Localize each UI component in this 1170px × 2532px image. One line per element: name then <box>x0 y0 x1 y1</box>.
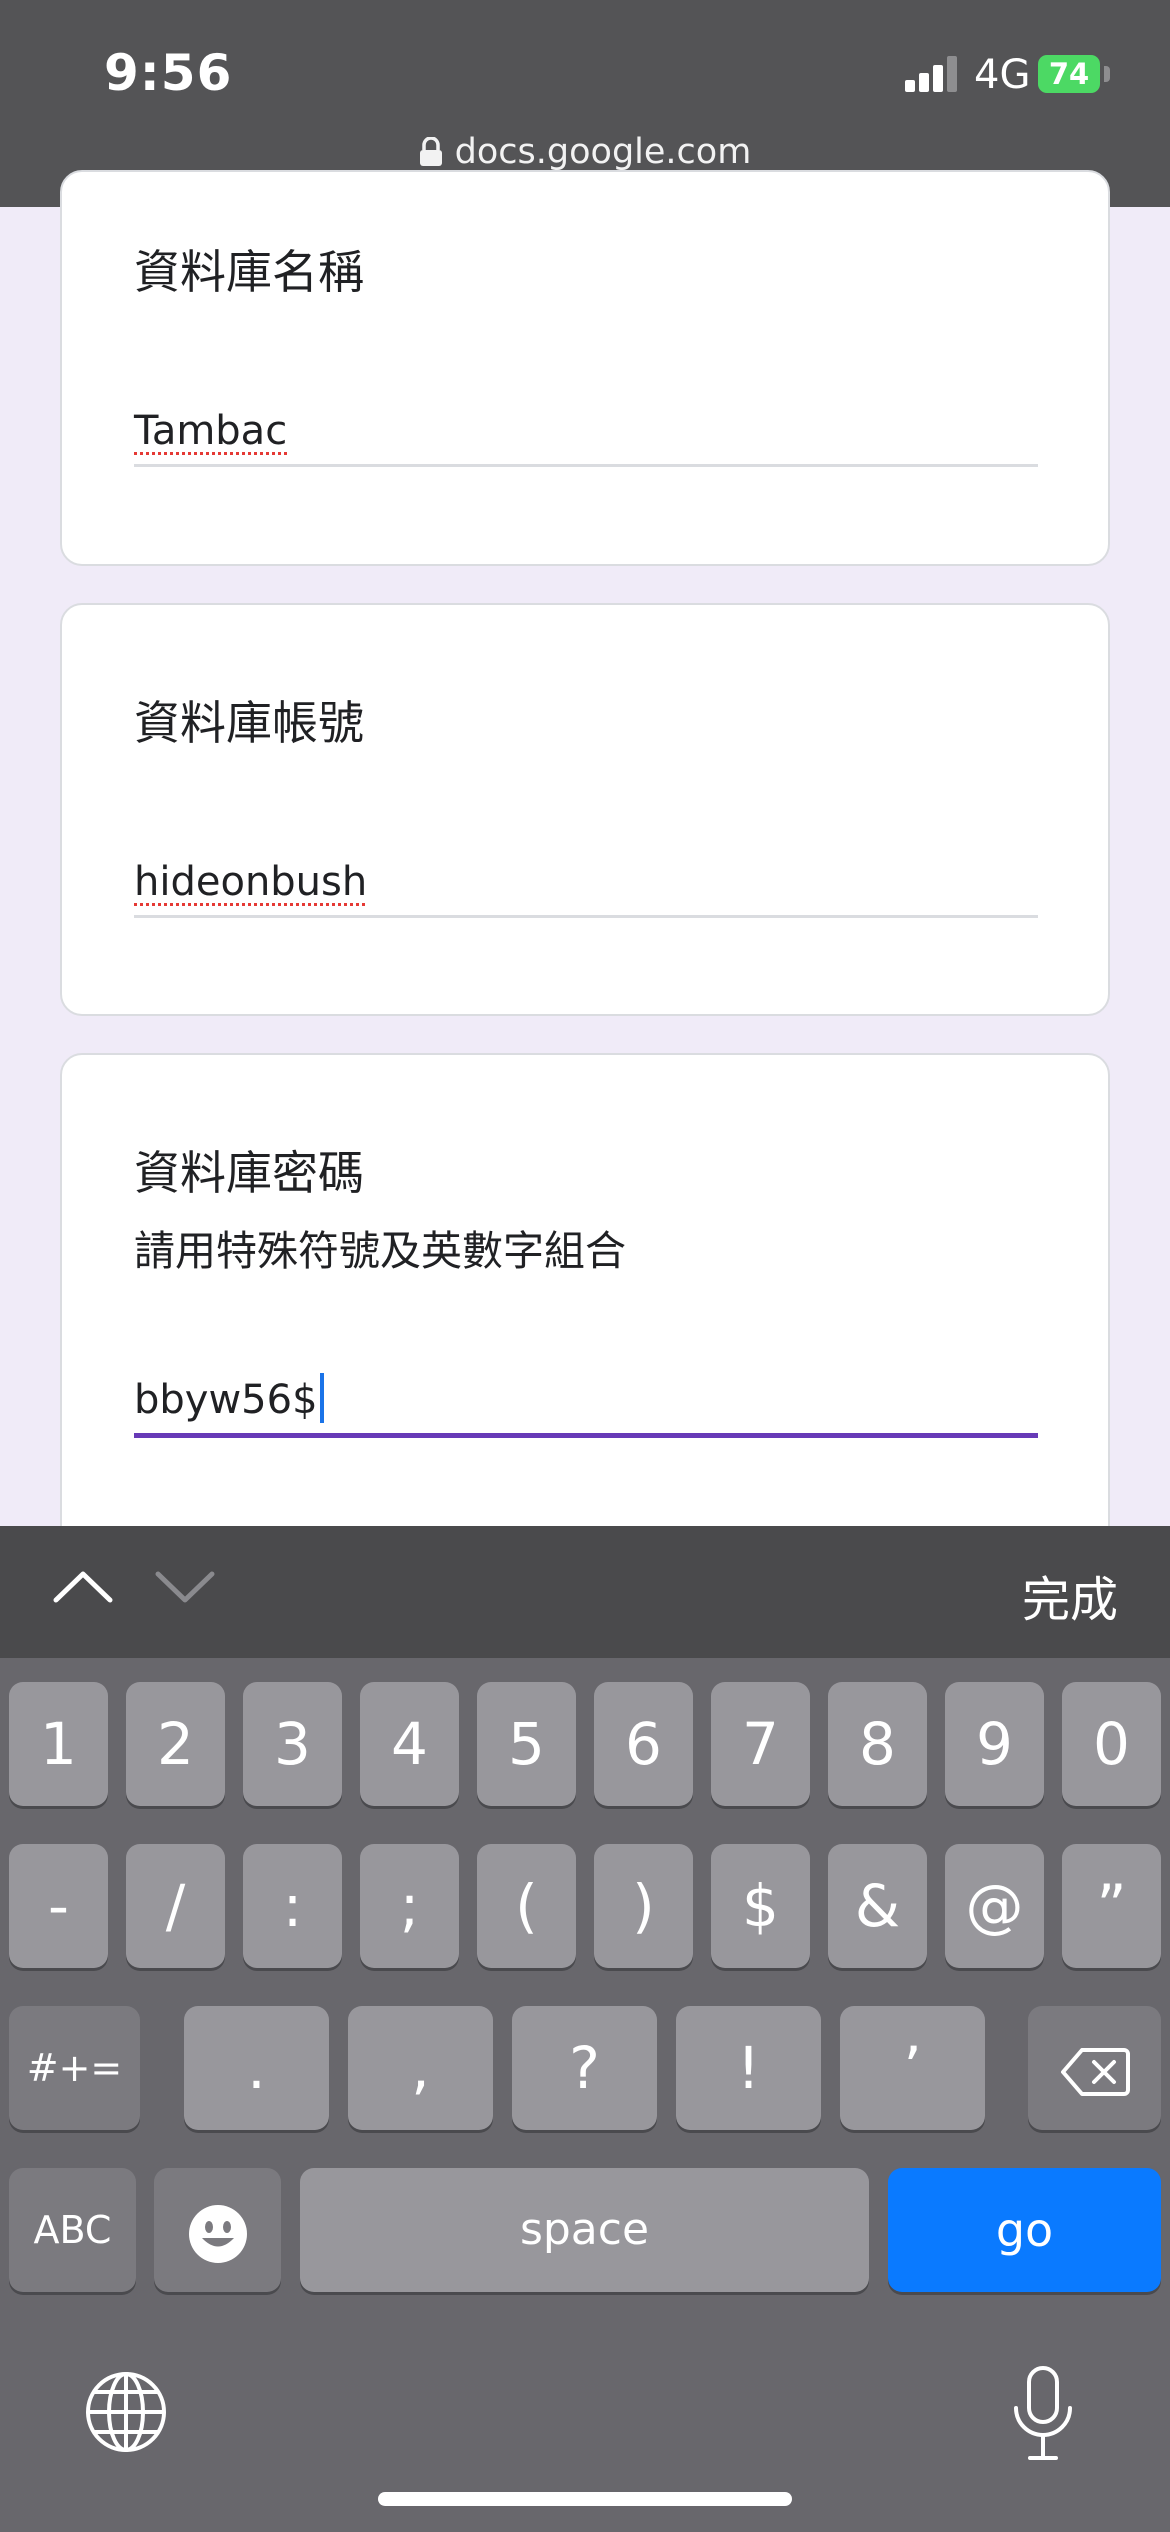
database-name-input[interactable]: Tambac <box>134 394 1038 467</box>
keyboard: 1 2 3 4 5 6 7 8 9 0 - / : ; ( ) $ & @ ” … <box>0 1658 1170 2532</box>
key-4[interactable]: 4 <box>360 1682 459 1806</box>
question-card-database-name: 資料庫名稱 Tambac <box>60 170 1110 566</box>
field-value: hideonbush <box>134 859 368 905</box>
signal-icon <box>905 56 957 92</box>
key-2[interactable]: 2 <box>126 1682 225 1806</box>
field-value: bbyw56$ <box>134 1373 324 1423</box>
key-9[interactable]: 9 <box>945 1682 1044 1806</box>
status-time: 9:56 <box>104 44 233 102</box>
emoji-key[interactable] <box>154 2168 281 2292</box>
question-card-database-password: 資料庫密碼 請用特殊符號及英數字組合 bbyw56$ <box>60 1053 1110 1573</box>
key-8[interactable]: 8 <box>828 1682 927 1806</box>
url-text: docs.google.com <box>454 132 752 172</box>
key-7[interactable]: 7 <box>711 1682 810 1806</box>
key-exclamation[interactable]: ! <box>676 2006 821 2130</box>
emoji-icon <box>188 2204 247 2263</box>
key-hyphen[interactable]: - <box>9 1844 108 1968</box>
key-slash[interactable]: / <box>126 1844 225 1968</box>
question-title: 資料庫帳號 <box>134 696 364 750</box>
backspace-icon <box>1060 2047 1130 2096</box>
key-abc[interactable]: ABC <box>9 2168 136 2292</box>
key-5[interactable]: 5 <box>477 1682 576 1806</box>
key-symbols-toggle[interactable]: #+= <box>9 2006 140 2130</box>
question-card-database-account: 資料庫帳號 hideonbush <box>60 603 1110 1016</box>
password-text: bbyw56$ <box>134 1377 318 1423</box>
chevron-down-icon[interactable] <box>154 1566 216 1606</box>
key-3[interactable]: 3 <box>243 1682 342 1806</box>
database-account-input[interactable]: hideonbush <box>134 845 1038 918</box>
database-password-input[interactable]: bbyw56$ <box>134 1363 1038 1438</box>
key-open-paren[interactable]: ( <box>477 1844 576 1968</box>
backspace-key[interactable] <box>1028 2006 1161 2130</box>
key-colon[interactable]: : <box>243 1844 342 1968</box>
home-indicator[interactable] <box>378 2492 792 2506</box>
battery-tip <box>1104 66 1110 82</box>
battery-indicator: 74 <box>1038 55 1100 93</box>
space-key[interactable]: space <box>300 2168 869 2292</box>
key-quote[interactable]: ” <box>1062 1844 1161 1968</box>
network-type: 4G <box>974 52 1031 98</box>
key-0[interactable]: 0 <box>1062 1682 1161 1806</box>
key-at[interactable]: @ <box>945 1844 1044 1968</box>
microphone-icon[interactable] <box>1006 2364 1080 2464</box>
key-1[interactable]: 1 <box>9 1682 108 1806</box>
url-bar[interactable]: docs.google.com <box>0 132 1170 172</box>
done-button[interactable]: 完成 <box>1022 1560 1118 1630</box>
key-question[interactable]: ? <box>512 2006 657 2130</box>
go-key[interactable]: go <box>888 2168 1161 2292</box>
key-close-paren[interactable]: ) <box>594 1844 693 1968</box>
battery-level: 74 <box>1048 57 1090 91</box>
text-caret <box>319 1373 324 1423</box>
key-period[interactable]: . <box>184 2006 329 2130</box>
keyboard-accessory-bar: 完成 <box>0 1526 1170 1658</box>
key-semicolon[interactable]: ; <box>360 1844 459 1968</box>
question-title: 資料庫密碼 <box>134 1146 364 1200</box>
key-ampersand[interactable]: & <box>828 1844 927 1968</box>
field-value: Tambac <box>134 408 288 454</box>
key-dollar[interactable]: $ <box>711 1844 810 1968</box>
chevron-up-icon[interactable] <box>52 1566 114 1606</box>
lock-icon <box>419 137 442 166</box>
question-title: 資料庫名稱 <box>134 245 364 299</box>
key-6[interactable]: 6 <box>594 1682 693 1806</box>
key-comma[interactable]: , <box>348 2006 493 2130</box>
key-apostrophe[interactable]: ’ <box>840 2006 985 2130</box>
globe-icon[interactable] <box>84 2370 168 2454</box>
question-description: 請用特殊符號及英數字組合 <box>134 1227 626 1275</box>
